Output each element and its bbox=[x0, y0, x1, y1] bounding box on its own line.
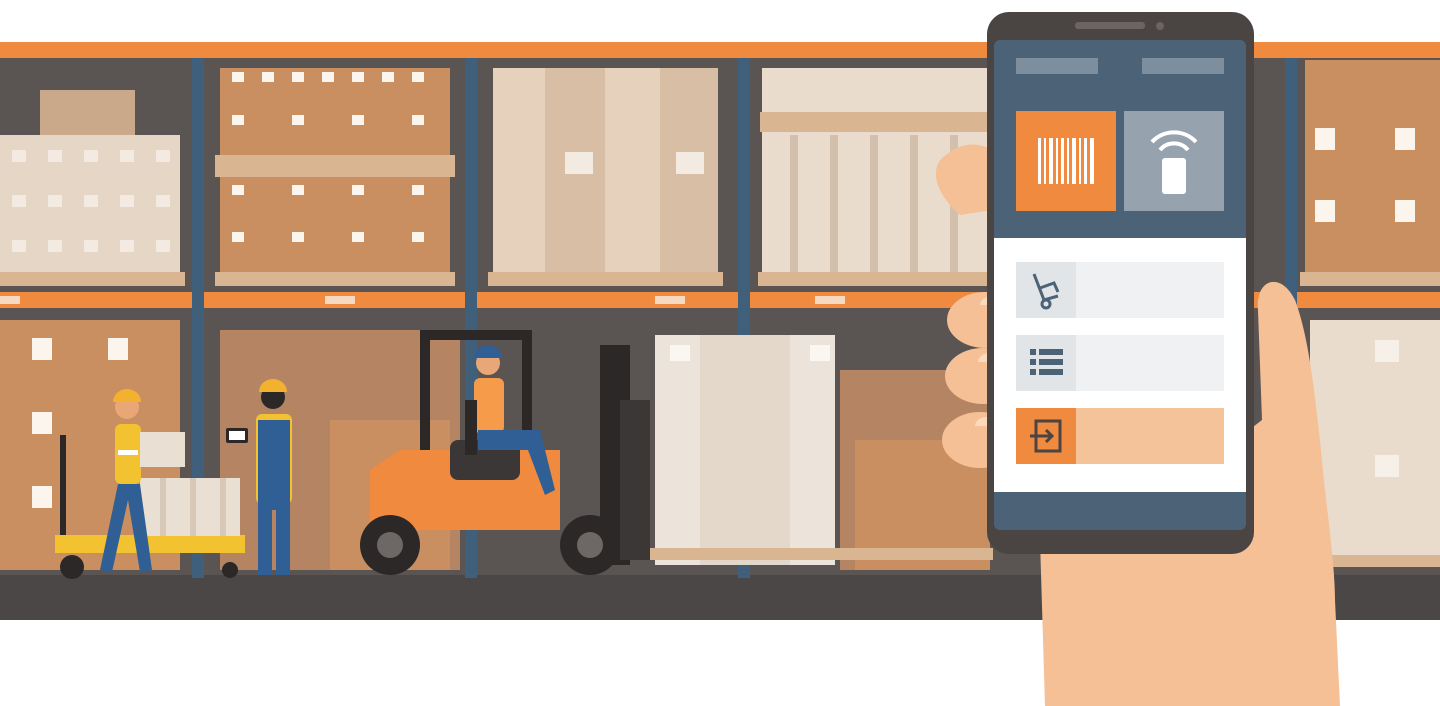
menu-item-hand-truck[interactable] bbox=[1016, 262, 1224, 318]
status-bar-right bbox=[1142, 58, 1224, 74]
rfid-scan-tile[interactable] bbox=[1124, 111, 1224, 211]
list-icon bbox=[1030, 349, 1063, 375]
barcode-scan-tile[interactable] bbox=[1016, 111, 1116, 211]
smartphone bbox=[987, 12, 1254, 554]
menu-item-inbound[interactable] bbox=[1016, 408, 1224, 464]
warehouse-illustration bbox=[0, 12, 1440, 706]
menu-item-list[interactable] bbox=[1016, 335, 1224, 391]
status-bar-left bbox=[1016, 58, 1098, 74]
